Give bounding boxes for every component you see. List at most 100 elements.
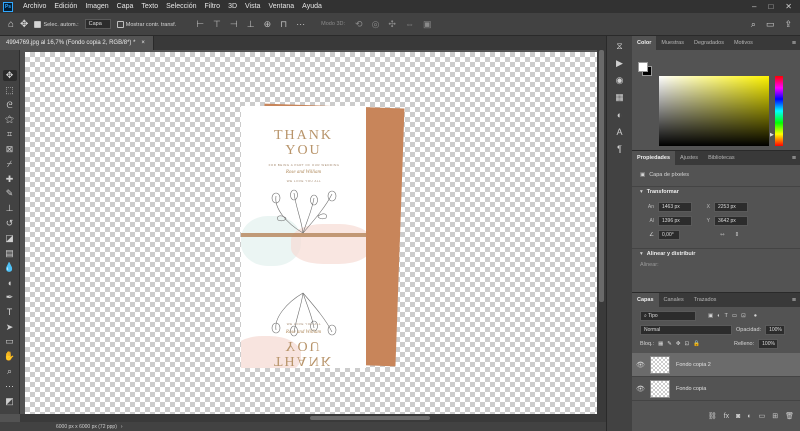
eraser-tool-icon[interactable]: ◪ [3, 233, 17, 244]
layer-style-icon[interactable]: fx [724, 413, 729, 420]
slide-3d-icon[interactable]: ⇔ [405, 19, 414, 30]
color-panel-menu-icon[interactable]: ≡ [792, 40, 800, 47]
lock-position-icon[interactable]: ✥ [676, 341, 681, 347]
filter-adjustment-icon[interactable]: ◐ [717, 313, 720, 319]
tab-color[interactable]: Color [632, 36, 657, 50]
character-panel-icon[interactable]: A [614, 126, 626, 137]
menu-seleccion[interactable]: Selección [162, 3, 200, 10]
menu-imagen[interactable]: Imagen [81, 3, 112, 10]
marquee-tool-icon[interactable]: ⬚ [3, 85, 17, 96]
tab-ajustes[interactable]: Ajustes [675, 151, 703, 165]
lock-transparent-icon[interactable]: ▦ [658, 341, 663, 347]
filter-type-icon[interactable]: T [725, 313, 728, 319]
lock-all-icon[interactable]: 🔒 [693, 341, 700, 347]
layer-row[interactable]: 👁 Fondo copia 2 [632, 353, 800, 377]
pen-tool-icon[interactable]: ✒ [3, 292, 17, 303]
tab-capas[interactable]: Capas [632, 293, 659, 307]
blur-tool-icon[interactable]: 💧 [3, 262, 17, 273]
layer-row[interactable]: 👁 Fondo copia [632, 377, 800, 401]
align-left-icon[interactable]: ⊢ [196, 19, 204, 30]
roll-3d-icon[interactable]: ◎ [372, 19, 380, 30]
y-field[interactable]: 3642 px [714, 215, 748, 226]
status-menu-arrow[interactable]: › [121, 424, 123, 430]
menu-3d[interactable]: 3D [224, 3, 241, 10]
menu-vista[interactable]: Vista [241, 3, 264, 10]
link-layers-icon[interactable]: ⛓ [708, 412, 717, 420]
width-field[interactable]: 1463 px [658, 201, 692, 212]
tab-propiedades[interactable]: Propiedades [632, 151, 676, 165]
vertical-scroll-thumb[interactable] [599, 50, 604, 302]
align-vcenter-icon[interactable]: ⊕ [264, 19, 272, 30]
thank-you-card[interactable]: THANK YOU FOR BEING A PART OF OUR WEDDIN… [241, 106, 366, 368]
layers-panel-menu-icon[interactable]: ≡ [792, 297, 800, 304]
zoom-tool-icon[interactable]: ⌕ [3, 366, 17, 377]
fill-field[interactable]: 100% [758, 338, 779, 349]
tab-bibliotecas[interactable]: Bibliotecas [703, 151, 740, 165]
libraries-panel-icon[interactable]: ▦ [614, 92, 626, 103]
eye-icon[interactable]: 👁 [636, 361, 645, 369]
actions-panel-icon[interactable]: ▶ [614, 58, 626, 69]
orbit-3d-icon[interactable]: ⟲ [355, 19, 363, 30]
delete-layer-icon[interactable]: 🗑 [785, 412, 794, 420]
auto-select-option[interactable]: Selec. autom.: [34, 20, 79, 28]
properties-panel-menu-icon[interactable]: ≡ [792, 155, 800, 162]
vertical-scrollbar[interactable] [597, 50, 606, 414]
paragraph-panel-icon[interactable]: ¶ [614, 143, 626, 154]
angle-field[interactable]: 0,00° [658, 229, 680, 240]
learn-panel-icon[interactable]: ◉ [614, 75, 626, 86]
menu-archivo[interactable]: Archivo [19, 3, 50, 10]
align-bottom-icon[interactable]: ⊓ [280, 19, 287, 30]
more-tools-icon[interactable]: ⋯ [3, 381, 17, 392]
target-select[interactable]: Capa [84, 19, 111, 29]
height-field[interactable]: 1396 px [658, 215, 692, 226]
type-tool-icon[interactable]: T [3, 307, 17, 318]
collapse-arrow-icon[interactable]: ▾ [640, 189, 643, 195]
menu-edicion[interactable]: Edición [50, 3, 81, 10]
horizontal-scroll-thumb[interactable] [310, 416, 430, 420]
search-icon[interactable]: ⌕ [751, 19, 756, 30]
align-top-icon[interactable]: ⊥ [247, 19, 255, 30]
document-tab[interactable]: 4994769.jpg al 16,7% (Fondo copia 2, RGB… [0, 36, 154, 50]
close-button[interactable]: ✕ [785, 2, 792, 11]
blend-mode-select[interactable]: Normal [640, 324, 732, 335]
canvas-area[interactable]: THANK YOU FOR BEING A PART OF OUR WEDDIN… [20, 50, 597, 414]
adjustments-panel-icon[interactable]: ◐ [614, 109, 626, 120]
gradient-tool-icon[interactable]: ▤ [3, 248, 17, 259]
dodge-tool-icon[interactable]: ◖ [3, 277, 17, 288]
x-field[interactable]: 2253 px [714, 201, 748, 212]
move-tool-icon[interactable]: ✥ [2, 70, 17, 81]
menu-capa[interactable]: Capa [113, 3, 138, 10]
menu-filtro[interactable]: Filtro [201, 3, 225, 10]
layer-filter-select[interactable]: ⌕ Tipo [640, 310, 696, 321]
move-icon[interactable]: ✥ [20, 19, 28, 30]
frame-tool-icon[interactable]: ⊠ [3, 144, 17, 155]
auto-select-checkbox[interactable] [34, 20, 42, 28]
home-icon[interactable]: ⌂ [8, 19, 14, 30]
color-swatches-icon[interactable]: ◩ [3, 396, 17, 407]
minimize-button[interactable]: – [752, 2, 756, 11]
eyedropper-tool-icon[interactable]: ⌿ [3, 159, 17, 170]
tab-muestras[interactable]: Muestras [656, 36, 689, 50]
menu-ventana[interactable]: Ventana [264, 3, 298, 10]
horizontal-scrollbar[interactable] [20, 414, 606, 422]
history-brush-tool-icon[interactable]: ↺ [3, 218, 17, 229]
new-group-icon[interactable]: ▭ [759, 412, 766, 420]
opacity-field[interactable]: 100% [765, 324, 786, 335]
menu-ayuda[interactable]: Ayuda [298, 3, 326, 10]
tab-canales[interactable]: Canales [659, 293, 689, 307]
align-hcenter-icon[interactable]: ⊤ [213, 19, 221, 30]
add-mask-icon[interactable]: ◙ [736, 413, 740, 420]
new-adjustment-icon[interactable]: ◐ [747, 413, 751, 420]
flip-horizontal-icon[interactable]: ⇿ [720, 232, 725, 238]
filter-smart-icon[interactable]: ⊡ [741, 313, 746, 319]
filter-toggle-icon[interactable]: ● [754, 313, 757, 319]
layer-name[interactable]: Fondo copia [676, 386, 706, 392]
filter-pixel-icon[interactable]: ▣ [708, 313, 713, 319]
menu-texto[interactable]: Texto [137, 3, 162, 10]
transparent-canvas[interactable]: THANK YOU FOR BEING A PART OF OUR WEDDIN… [25, 52, 597, 414]
lock-artboard-icon[interactable]: ⊡ [685, 341, 690, 347]
hue-slider[interactable] [775, 76, 783, 146]
transform-controls-option[interactable]: Mostrar contr. transf. [116, 20, 176, 28]
transform-section-header[interactable]: ▾ Transformar [632, 186, 800, 197]
healing-brush-tool-icon[interactable]: ✚ [3, 174, 17, 185]
